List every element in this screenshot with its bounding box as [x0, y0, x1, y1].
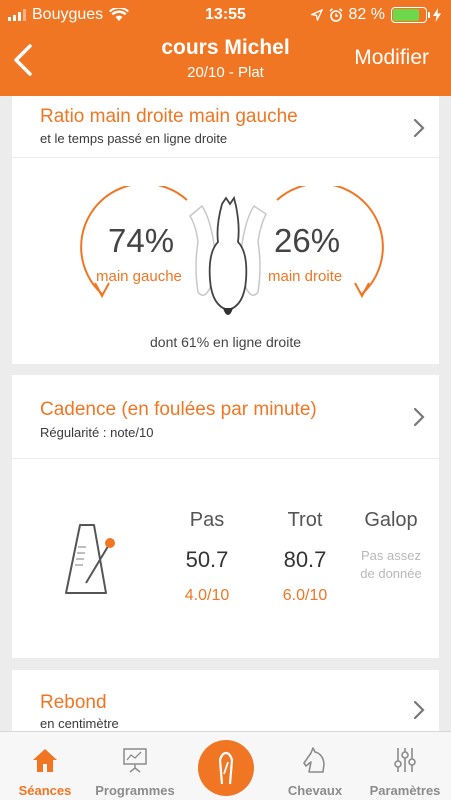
- tab-seances[interactable]: Séances: [0, 732, 90, 800]
- tab-parametres-label: Paramètres: [369, 783, 441, 798]
- start-session-button[interactable]: [198, 740, 254, 796]
- back-chevron-icon[interactable]: [8, 40, 38, 80]
- tab-programmes-label: Programmes: [95, 783, 175, 798]
- battery-icon: [391, 7, 430, 23]
- tab-seances-label: Séances: [18, 783, 72, 798]
- horseshoe-icon: [218, 751, 234, 785]
- tab-parametres[interactable]: Paramètres: [360, 732, 450, 800]
- rebond-card-header[interactable]: Rebond en centimètre: [12, 670, 439, 731]
- cadence-card-header[interactable]: Cadence (en foulées par minute) Régulari…: [12, 375, 439, 459]
- alarm-clock-icon: [329, 8, 343, 22]
- metronome-icon: [65, 524, 115, 594]
- rebond-card[interactable]: Rebond en centimètre: [12, 670, 439, 731]
- edit-button[interactable]: Modifier: [354, 46, 429, 70]
- right-percentage: 26%: [274, 222, 341, 259]
- trot-value: 80.7: [283, 547, 327, 572]
- ratio-card-header[interactable]: Ratio main droite main gauche et le temp…: [12, 96, 439, 158]
- location-arrow-icon: [310, 9, 323, 21]
- tab-bar: Séances Programmes Chevaux Paramètres: [0, 731, 451, 800]
- straight-line-note: dont 61% en ligne droite: [150, 334, 301, 350]
- trot-note: 6.0/10: [282, 587, 328, 604]
- tab-chevaux[interactable]: Chevaux: [270, 732, 360, 800]
- galop-header: Galop: [364, 509, 418, 531]
- chevron-right-icon[interactable]: [413, 407, 425, 427]
- sliders-icon: [394, 748, 416, 772]
- tab-chevaux-label: Chevaux: [287, 783, 343, 798]
- ratio-card[interactable]: Ratio main droite main gauche et le temp…: [12, 96, 439, 364]
- cadence-card-subtitle: Régularité : note/10: [40, 425, 154, 440]
- rebond-card-title: Rebond: [40, 692, 107, 713]
- top-bar: Bouygues 13:55 82 % cours Michel 20/10 -…: [0, 0, 451, 96]
- cadence-card[interactable]: Cadence (en foulées par minute) Régulari…: [12, 375, 439, 658]
- chevron-right-icon[interactable]: [413, 700, 425, 720]
- horse-head-icon: [303, 747, 325, 773]
- rebond-card-subtitle: en centimètre: [40, 716, 119, 731]
- galop-no-data-line1: Pas assez: [361, 548, 421, 563]
- ratio-card-subtitle: et le temps passé en ligne droite: [40, 131, 228, 146]
- page-title: cours Michel: [161, 36, 290, 59]
- house-icon: [33, 749, 57, 772]
- pas-value: 50.7: [185, 547, 229, 572]
- cadence-card-title: Cadence (en foulées par minute): [40, 399, 317, 420]
- ratio-card-title: Ratio main droite main gauche: [40, 106, 298, 127]
- status-bar: Bouygues 13:55 82 %: [0, 0, 451, 34]
- chevron-right-icon[interactable]: [413, 118, 425, 138]
- right-hand-label: main droite: [268, 268, 343, 285]
- horse-top-view-icon: [189, 196, 267, 315]
- left-percentage: 74%: [108, 222, 175, 259]
- left-hand-label: main gauche: [96, 268, 182, 285]
- galop-no-data-line2: de donnée: [360, 566, 422, 581]
- pas-header: Pas: [189, 509, 225, 531]
- battery-percent: 82 %: [348, 6, 385, 23]
- tab-programmes[interactable]: Programmes: [90, 732, 180, 800]
- galop-no-data: Pas assez de donnée: [341, 547, 441, 583]
- pas-note: 4.0/10: [184, 587, 230, 604]
- charging-bolt-icon: [433, 8, 441, 22]
- page-subtitle: 20/10 - Plat: [187, 64, 264, 81]
- presentation-board-icon: [123, 748, 147, 773]
- trot-header: Trot: [287, 509, 323, 531]
